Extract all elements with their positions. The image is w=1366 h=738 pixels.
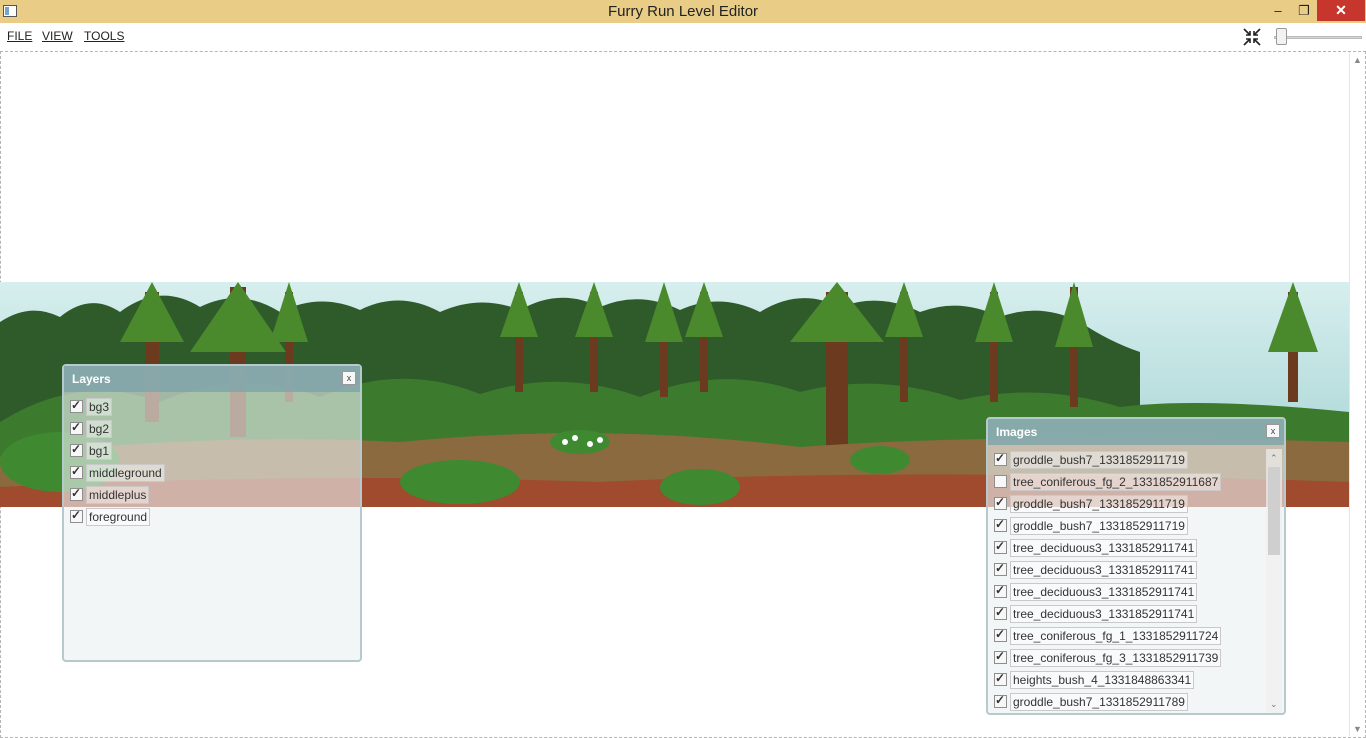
visibility-checkbox[interactable]	[994, 475, 1007, 488]
list-item-label: groddle_bush7_1331852911789	[1010, 693, 1188, 711]
chevron-down-icon[interactable]: ⌄	[1270, 699, 1278, 710]
list-item-label: foreground	[86, 508, 151, 526]
list-item-label: tree_coniferous_fg_1_1331852911724	[1010, 627, 1222, 645]
list-item-label: tree_deciduous3_1331852911741	[1010, 605, 1198, 623]
chevron-up-icon[interactable]: ⌃	[1270, 453, 1278, 464]
visibility-checkbox[interactable]	[994, 649, 1007, 664]
minimize-button[interactable]: ‒	[1264, 0, 1292, 21]
menu-bar: FILE VIEW TOOLS	[0, 23, 1366, 51]
visibility-checkbox[interactable]	[994, 517, 1007, 532]
list-item-label: tree_deciduous3_1331852911741	[1010, 583, 1198, 601]
menu-file[interactable]: FILE	[7, 29, 32, 43]
images-scrollbar-thumb[interactable]	[1268, 467, 1280, 555]
zoom-slider-thumb[interactable]	[1276, 28, 1287, 45]
visibility-checkbox[interactable]	[994, 605, 1007, 620]
visibility-checkbox[interactable]	[994, 539, 1007, 554]
layers-panel-title: Layers	[72, 372, 111, 386]
visibility-checkbox[interactable]	[994, 693, 1007, 708]
visibility-checkbox[interactable]	[70, 420, 83, 435]
list-item-label: tree_coniferous_fg_2_1331852911687	[1010, 473, 1222, 491]
scroll-down-icon[interactable]: ▼	[1353, 724, 1362, 734]
images-panel-close-button[interactable]: x	[1266, 424, 1280, 438]
list-item-label: tree_deciduous3_1331852911741	[1010, 561, 1198, 579]
images-panel-header[interactable]: Images x	[988, 419, 1284, 445]
visibility-checkbox[interactable]	[994, 561, 1007, 576]
list-item-label: bg3	[86, 398, 113, 416]
menu-view[interactable]: VIEW	[42, 29, 73, 43]
visibility-checkbox[interactable]	[994, 451, 1007, 466]
maximize-button[interactable]: ❐	[1290, 0, 1318, 21]
images-panel-title: Images	[996, 425, 1038, 439]
visibility-checkbox[interactable]	[994, 671, 1007, 686]
layers-panel-header[interactable]: Layers x	[64, 366, 360, 392]
list-item-label: tree_deciduous3_1331852911741	[1010, 539, 1198, 557]
window-title: Furry Run Level Editor	[607, 3, 759, 20]
list-item-label: tree_coniferous_fg_3_1331852911739	[1010, 649, 1222, 667]
visibility-checkbox[interactable]	[70, 508, 83, 523]
scroll-up-icon[interactable]: ▲	[1353, 55, 1362, 65]
close-button[interactable]: ✕	[1317, 0, 1365, 21]
list-item-label: groddle_bush7_1331852911719	[1010, 517, 1188, 535]
layers-panel-close-button[interactable]: x	[342, 371, 356, 385]
list-item-label: middleground	[86, 464, 165, 482]
list-item-label: groddle_bush7_1331852911719	[1010, 451, 1188, 469]
list-item-label: bg2	[86, 420, 113, 438]
menu-tools[interactable]: TOOLS	[84, 29, 124, 43]
zoom-slider-track[interactable]	[1274, 36, 1362, 39]
visibility-checkbox[interactable]	[70, 486, 83, 501]
visibility-checkbox[interactable]	[994, 583, 1007, 598]
visibility-checkbox[interactable]	[994, 627, 1007, 642]
visibility-checkbox[interactable]	[70, 464, 83, 479]
title-bar: Furry Run Level Editor ‒ ❐ ✕	[0, 0, 1366, 23]
shrink-icon[interactable]	[1242, 27, 1262, 47]
list-item-label: groddle_bush7_1331852911719	[1010, 495, 1188, 513]
images-panel: Images x groddle_bush7_1331852911719tree…	[986, 417, 1286, 715]
layers-panel: Layers x bg3 bg2 bg1 middleground middleplus…	[62, 364, 362, 662]
list-item-label: bg1	[86, 442, 113, 460]
visibility-checkbox[interactable]	[70, 442, 83, 457]
visibility-checkbox[interactable]	[994, 495, 1007, 510]
visibility-checkbox[interactable]	[70, 398, 83, 413]
canvas-vertical-scrollbar[interactable]	[1349, 52, 1365, 736]
list-item-label: middleplus	[86, 486, 150, 504]
list-item-label: heights_bush_4_1331848863341	[1010, 671, 1195, 689]
